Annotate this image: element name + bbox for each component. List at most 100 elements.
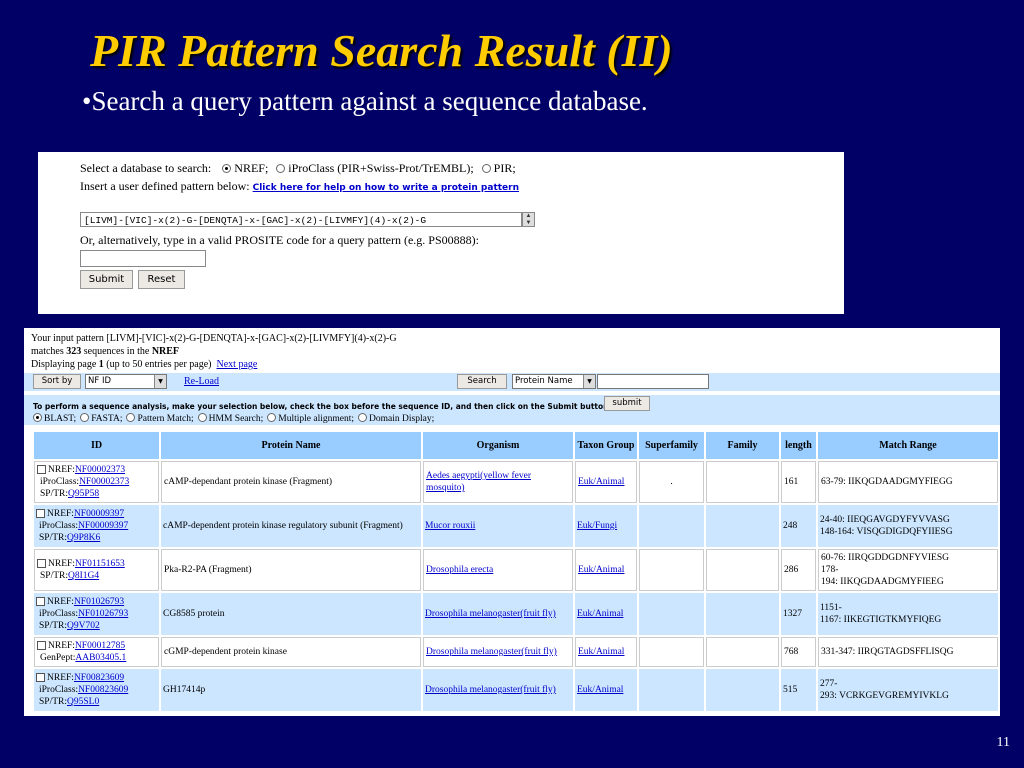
organism-link[interactable]: Drosophila melanogaster(fruit fly) — [425, 685, 556, 695]
analysis-radio[interactable] — [267, 413, 277, 422]
chevron-down-icon: ▼ — [154, 375, 166, 388]
organism-link[interactable]: Drosophila melanogaster(fruit fly) — [425, 609, 556, 619]
column-header: Organism — [423, 432, 573, 459]
analysis-option[interactable]: Multiple alignment; — [267, 413, 354, 424]
taxon-link[interactable]: Euk/Animal — [578, 565, 624, 575]
id-source-label: SP/TR: — [39, 533, 67, 543]
table-row: NREF:NF01151653 SP/TR:Q8I1G4 Pka-R2-PA (Fr… — [34, 549, 998, 591]
match-range-cell: 331-347: IIRQGTAGDSFFLISQG — [818, 637, 998, 667]
row-checkbox[interactable] — [37, 465, 46, 475]
input-pattern-line: Your input pattern [LIVM]-[VIC]-x(2)-G-[… — [31, 333, 397, 344]
search-field-select[interactable]: Protein Name ▼ — [512, 374, 596, 389]
column-header: Family — [706, 432, 779, 459]
protein-name-cell: cAMP-dependant protein kinase (Fragment) — [161, 461, 421, 503]
id-link[interactable]: Q9V702 — [67, 621, 100, 631]
help-link[interactable]: Click here for help on how to write a pr… — [253, 183, 519, 193]
organism-link[interactable]: Aedes aegypti(yellow fever mosquito) — [426, 471, 531, 493]
row-checkbox[interactable] — [37, 559, 46, 569]
analysis-radio[interactable] — [358, 413, 368, 422]
match-range-cell: 63-79: IIKQGDAADGMYFIEGG — [818, 461, 998, 503]
id-cell: NREF:NF00002373 iProClass:NF00002373 SP/TR… — [34, 461, 159, 503]
protein-name: Pka-R2-PA (Fragment) — [164, 565, 252, 575]
match-range: 194: IIKQGDAADGMYFIEEG — [821, 577, 944, 587]
analysis-option[interactable]: HMM Search; — [197, 413, 263, 424]
sequence-length: 286 — [784, 565, 799, 575]
table-row: NREF:NF00823609 iProClass:NF00823609 SP/TR… — [34, 669, 998, 711]
db-radio-1[interactable] — [276, 163, 286, 173]
id-link[interactable]: NF00823609 — [74, 673, 124, 683]
id-link[interactable]: NF00002373 — [75, 465, 125, 475]
sequence-length-cell: 248 — [781, 505, 816, 547]
superfamily-cell — [639, 593, 704, 635]
reset-button[interactable]: Reset — [138, 270, 185, 289]
taxon-link[interactable]: Euk/Fungi — [577, 521, 617, 531]
db-radio-0[interactable] — [222, 163, 232, 173]
analysis-submit-button[interactable]: submit — [604, 396, 650, 411]
superfamily-cell: . — [639, 461, 704, 503]
insert-pattern-label: Insert a user defined pattern below: — [80, 179, 250, 193]
match-range: 293: VCRKGEVGREMYIVKLG — [820, 691, 949, 701]
match-range: 60-76: IIRQGDDGDNFYVIESG — [821, 553, 949, 563]
taxon-link[interactable]: Euk/Animal — [577, 609, 623, 619]
id-source-label: iProClass: — [39, 521, 79, 531]
id-link[interactable]: NF01026793 — [74, 597, 124, 607]
id-link[interactable]: AAB03405.1 — [75, 653, 126, 663]
prosite-input[interactable] — [80, 250, 206, 267]
id-link[interactable]: Q95SL0 — [67, 697, 99, 707]
analysis-option[interactable]: FASTA; — [80, 413, 122, 424]
slide-bullet: •Search a query pattern against a sequen… — [82, 86, 648, 116]
row-checkbox[interactable] — [36, 597, 45, 607]
taxon-link[interactable]: Euk/Animal — [578, 477, 624, 487]
pattern-input[interactable]: [LIVM]-[VIC]-x(2)-G-[DENQTA]-x-[GAC]-x(2… — [80, 212, 522, 227]
id-link[interactable]: Q9P8K6 — [67, 533, 100, 543]
id-link[interactable]: NF00012785 — [75, 641, 125, 651]
row-checkbox[interactable] — [36, 509, 45, 519]
analysis-radio[interactable] — [80, 413, 90, 422]
analysis-option[interactable]: BLAST; — [33, 413, 76, 424]
analysis-radio[interactable] — [33, 413, 42, 422]
search-button[interactable]: Search — [457, 374, 507, 389]
analysis-option[interactable]: Domain Display; — [358, 413, 434, 424]
id-link[interactable]: NF00002373 — [79, 477, 129, 487]
taxon-link[interactable]: Euk/Animal — [577, 685, 623, 695]
id-source-label: NREF: — [48, 465, 75, 475]
id-source-label: NREF: — [47, 673, 74, 683]
family-cell — [706, 637, 779, 667]
analysis-option[interactable]: Pattern Match; — [126, 413, 194, 424]
column-header: length — [781, 432, 816, 459]
id-link[interactable]: NF00823609 — [78, 685, 128, 695]
taxon-link[interactable]: Euk/Animal — [578, 647, 624, 657]
id-link[interactable]: NF00009397 — [78, 521, 128, 531]
organism-link[interactable]: Drosophila melanogaster(fruit fly) — [426, 647, 557, 657]
id-link[interactable]: NF01151653 — [75, 559, 125, 569]
id-link[interactable]: NF01026793 — [78, 609, 128, 619]
results-table: ID Protein Name Organism Taxon Group Superfa… — [32, 430, 1000, 713]
row-checkbox[interactable] — [36, 673, 45, 683]
pattern-spinner[interactable]: ▲ ▼ — [522, 212, 535, 227]
family-cell — [706, 461, 779, 503]
id-source-label: SP/TR: — [39, 697, 67, 707]
id-cell: NREF:NF01151653 SP/TR:Q8I1G4 — [34, 549, 159, 591]
analysis-radio[interactable] — [126, 413, 136, 422]
search-input[interactable] — [597, 374, 709, 389]
id-link[interactable]: Q95P58 — [68, 489, 99, 499]
id-link[interactable]: Q8I1G4 — [68, 571, 99, 581]
row-checkbox[interactable] — [37, 641, 46, 651]
column-header: ID — [34, 432, 159, 459]
sequence-length: 515 — [783, 685, 798, 695]
organism-link[interactable]: Drosophila erecta — [426, 565, 493, 575]
next-page-link[interactable]: Next page — [217, 359, 258, 370]
analysis-note: To perform a sequence analysis, make you… — [33, 402, 612, 411]
submit-button[interactable]: Submit — [80, 270, 133, 289]
id-source-label: NREF: — [47, 597, 74, 607]
reload-link[interactable]: Re-Load — [184, 376, 219, 387]
match-range: 331-347: IIRQGTAGDSFFLISQG — [821, 647, 954, 657]
db-radio-2[interactable] — [481, 163, 491, 173]
sort-by-button[interactable]: Sort by — [33, 374, 81, 389]
sort-select[interactable]: NF ID ▼ — [85, 374, 167, 389]
analysis-radio[interactable] — [197, 413, 207, 422]
organism-link[interactable]: Mucor rouxii — [425, 521, 475, 531]
input-pattern: [LIVM]-[VIC]-x(2)-G-[DENQTA]-x-[GAC]-x(2… — [106, 333, 397, 344]
id-link[interactable]: NF00009397 — [74, 509, 124, 519]
table-row: NREF:NF01026793 iProClass:NF01026793 SP/TR… — [34, 593, 998, 635]
